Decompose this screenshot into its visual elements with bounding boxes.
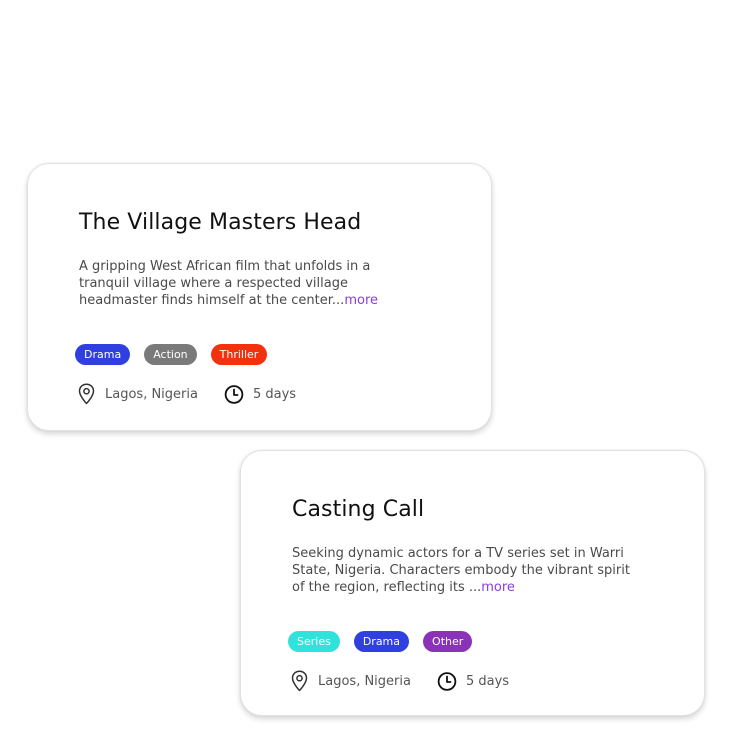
description-text: Seeking dynamic actors for a TV series s… — [292, 546, 630, 595]
duration-text: 5 days — [252, 386, 297, 402]
tag-drama[interactable]: Drama — [353, 631, 410, 652]
description-text: A gripping West African film that unfold… — [79, 259, 371, 308]
map-pin-icon — [289, 670, 309, 692]
duration: 5 days — [437, 670, 509, 692]
casting-card[interactable]: Casting Call Seeking dynamic actors for … — [240, 450, 705, 716]
tag-action[interactable]: Action — [144, 344, 197, 365]
duration-text: 5 days — [465, 673, 510, 689]
more-link[interactable]: more — [344, 293, 378, 308]
tag-drama[interactable]: Drama — [75, 344, 131, 365]
card-description: A gripping West African film that unfold… — [79, 258, 424, 309]
location-text: Lagos, Nigeria — [105, 386, 198, 402]
clock-icon — [437, 670, 457, 692]
duration: 5 days — [224, 383, 296, 405]
clock-icon — [224, 383, 244, 405]
tag-other[interactable]: Other — [423, 631, 473, 652]
card-title: The Village Masters Head — [79, 210, 362, 235]
more-link[interactable]: more — [481, 580, 515, 595]
tag-list: Drama Action Thriller — [75, 344, 268, 365]
card-description: Seeking dynamic actors for a TV series s… — [292, 545, 637, 596]
tag-series[interactable]: Series — [288, 631, 340, 652]
card-title: Casting Call — [292, 497, 425, 522]
location-text: Lagos, Nigeria — [318, 673, 411, 689]
card-meta: Lagos, Nigeria 5 days — [289, 670, 509, 692]
tag-list: Series Drama Other — [288, 631, 473, 652]
location: Lagos, Nigeria — [76, 383, 198, 405]
card-meta: Lagos, Nigeria 5 days — [76, 383, 296, 405]
map-pin-icon — [76, 383, 96, 405]
tag-thriller[interactable]: Thriller — [210, 344, 268, 365]
casting-card[interactable]: The Village Masters Head A gripping West… — [27, 163, 492, 431]
location: Lagos, Nigeria — [289, 670, 411, 692]
